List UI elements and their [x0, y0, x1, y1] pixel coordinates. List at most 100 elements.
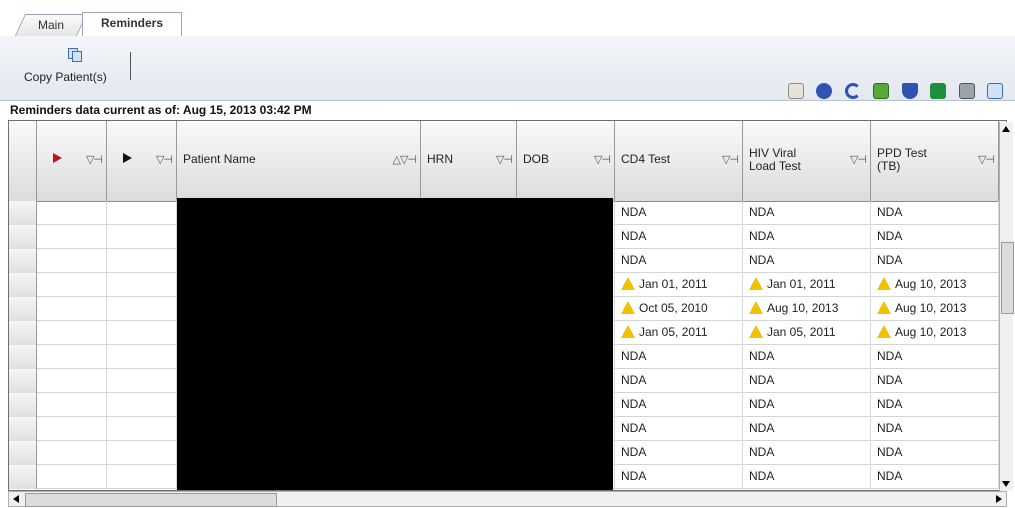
copy-patients-button[interactable]: Copy Patient(s)	[14, 46, 132, 94]
filter-icon[interactable]: ▽⊣	[850, 153, 867, 166]
tab-reminders[interactable]: Reminders	[82, 12, 182, 37]
red-flag-icon	[53, 153, 62, 163]
row-selector[interactable]	[9, 273, 37, 297]
cell-value: NDA	[749, 205, 775, 219]
filter-icon[interactable]: ▽⊣	[594, 153, 611, 166]
black-flag-icon	[123, 153, 132, 163]
cell-value: Aug 10, 2013	[767, 301, 839, 315]
ppd-cell: Aug 10, 2013	[871, 321, 999, 345]
header-ppd-test[interactable]: PPD Test (TB) ▽⊣	[871, 121, 999, 201]
toolbar-icon-group	[784, 82, 1007, 100]
vertical-scrollbar[interactable]	[999, 122, 1014, 491]
cell-value: NDA	[749, 397, 775, 411]
undo-icon[interactable]	[844, 82, 861, 99]
horizontal-scrollbar[interactable]	[8, 491, 1007, 507]
vertical-scroll-thumb[interactable]	[1001, 242, 1014, 314]
warning-icon	[877, 325, 891, 338]
flag-red-cell	[37, 297, 107, 321]
flag-black-cell	[107, 249, 177, 273]
column-label: Patient Name	[183, 152, 256, 166]
ppd-cell: NDA	[871, 393, 999, 417]
row-selector[interactable]	[9, 201, 37, 225]
column-label: PPD Test (TB)	[877, 147, 927, 173]
hiv-cell: Jan 05, 2011	[743, 321, 871, 345]
tab-main-label: Main	[37, 18, 64, 32]
flag-black-cell	[107, 297, 177, 321]
header-patient-name[interactable]: Patient Name △▽⊣	[177, 121, 421, 201]
scroll-right-icon[interactable]	[996, 495, 1002, 503]
header-dob[interactable]: DOB ▽⊣	[517, 121, 615, 201]
cell-value: Jan 01, 2011	[639, 277, 708, 291]
refresh-icon[interactable]	[873, 82, 890, 99]
column-label-line2: (TB)	[877, 159, 901, 173]
cell-value: NDA	[877, 373, 903, 387]
row-selector[interactable]	[9, 417, 37, 441]
filter-icon[interactable]: ▽⊣	[722, 153, 739, 166]
flag-red-cell	[37, 465, 107, 489]
cell-value: Aug 10, 2013	[895, 301, 967, 315]
scroll-down-icon[interactable]	[1002, 481, 1010, 487]
row-selector[interactable]	[9, 441, 37, 465]
header-flag-red[interactable]: ▽⊣	[37, 121, 107, 201]
cd4-cell: NDA	[615, 201, 743, 225]
row-selector[interactable]	[9, 393, 37, 417]
flag-red-cell	[37, 201, 107, 225]
header-hiv-viral-load-test[interactable]: HIV Viral Load Test ▽⊣	[743, 121, 871, 201]
row-selector[interactable]	[9, 465, 37, 489]
row-selector[interactable]	[9, 369, 37, 393]
cell-value: NDA	[749, 349, 775, 363]
row-selector[interactable]	[9, 225, 37, 249]
row-selector[interactable]	[9, 321, 37, 345]
cell-value: NDA	[621, 229, 647, 243]
cell-value: NDA	[877, 421, 903, 435]
cell-value: NDA	[877, 253, 903, 267]
hiv-cell: NDA	[743, 249, 871, 273]
filter-icon[interactable]: ▽⊣	[156, 153, 173, 166]
header-flag-black[interactable]: ▽⊣	[107, 121, 177, 201]
flag-red-cell	[37, 273, 107, 297]
flag-red-cell	[37, 225, 107, 249]
sort-filter-icon[interactable]: △▽⊣	[392, 153, 416, 166]
scroll-left-icon[interactable]	[13, 495, 19, 503]
column-label: HIV Viral Load Test	[749, 147, 801, 173]
header-hrn[interactable]: HRN ▽⊣	[421, 121, 517, 201]
hiv-cell: NDA	[743, 201, 871, 225]
column-label-line2: Load Test	[749, 159, 801, 173]
find-icon[interactable]	[901, 82, 918, 99]
cd4-cell: NDA	[615, 225, 743, 249]
cell-value: NDA	[749, 373, 775, 387]
cd4-cell: NDA	[615, 417, 743, 441]
header-cd4-test[interactable]: CD4 Test ▽⊣	[615, 121, 743, 201]
filter-icon[interactable]: ▽⊣	[978, 153, 995, 166]
flag-black-cell	[107, 345, 177, 369]
filter-icon[interactable]: ▽⊣	[496, 153, 513, 166]
column-label-line1: PPD Test	[877, 146, 927, 160]
help-icon[interactable]	[816, 82, 833, 99]
row-selector[interactable]	[9, 249, 37, 273]
cd4-cell: NDA	[615, 345, 743, 369]
scroll-up-icon[interactable]	[1002, 126, 1010, 132]
cd4-cell: Jan 01, 2011	[615, 273, 743, 297]
row-selector[interactable]	[9, 297, 37, 321]
flag-red-cell	[37, 345, 107, 369]
cell-value: NDA	[749, 253, 775, 267]
cell-value: NDA	[621, 253, 647, 267]
ppd-cell: NDA	[871, 345, 999, 369]
ppd-cell: NDA	[871, 225, 999, 249]
cell-value: Aug 10, 2013	[895, 325, 967, 339]
print-icon[interactable]	[958, 82, 975, 99]
ppd-cell: NDA	[871, 369, 999, 393]
toolbar-separator	[130, 52, 131, 80]
copy-grid-icon[interactable]	[987, 82, 1003, 99]
flag-black-cell	[107, 273, 177, 297]
tab-main[interactable]: Main	[14, 14, 88, 36]
row-selector[interactable]	[9, 345, 37, 369]
excel-export-icon[interactable]	[930, 82, 947, 99]
horizontal-scroll-thumb[interactable]	[25, 493, 277, 507]
flag-red-cell	[37, 369, 107, 393]
flag-black-cell	[107, 393, 177, 417]
flag-black-cell	[107, 225, 177, 249]
cd4-cell: NDA	[615, 249, 743, 273]
mail-icon[interactable]	[787, 82, 804, 99]
filter-icon[interactable]: ▽⊣	[86, 153, 103, 166]
